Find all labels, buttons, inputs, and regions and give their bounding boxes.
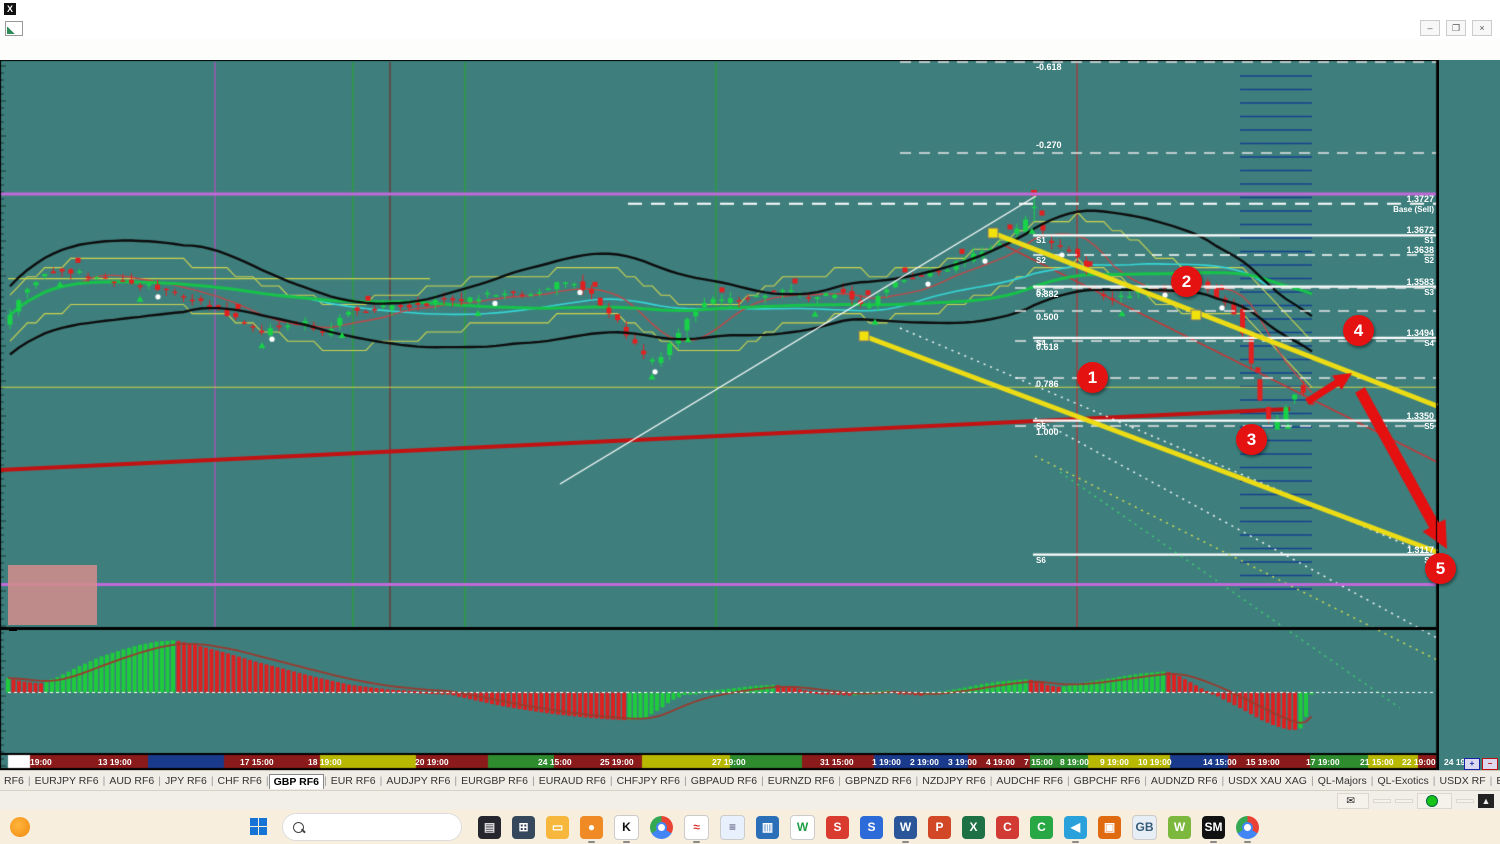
file-explorer-icon[interactable]: ▭ xyxy=(546,815,569,839)
symbol-tab-aud-rf6[interactable]: AUD RF6 xyxy=(105,774,158,788)
status-messages: ✉ xyxy=(1337,793,1369,809)
symbol-tab-bar: RF6 | EURJPY RF6 | AUD RF6 | JPY RF6 | CHF RF6 | G… xyxy=(0,770,1500,791)
status-connection xyxy=(1395,799,1413,803)
app-logo-icon: X xyxy=(4,3,16,15)
symbol-tab-nzdjpy-rf6[interactable]: NZDJPY RF6 xyxy=(918,774,989,788)
search-box[interactable] xyxy=(282,813,462,841)
excel-icon[interactable]: X xyxy=(962,815,985,839)
symbol-tab-usdx-rf[interactable]: USDX RF xyxy=(1436,774,1490,788)
smr-app-icon[interactable]: SM xyxy=(1202,815,1225,843)
telegram-icon[interactable]: ◀ xyxy=(1064,815,1087,843)
symbol-tab-rf6[interactable]: RF6 xyxy=(0,774,28,788)
status-traffic xyxy=(1373,799,1391,803)
symbol-tab-eurgbp-rf6[interactable]: EURGBP RF6 xyxy=(457,774,532,788)
portfolio-app-icon[interactable]: ▤ xyxy=(478,815,501,839)
child-close-button[interactable]: × xyxy=(1472,20,1492,36)
word-icon[interactable]: W xyxy=(894,815,917,843)
chart-region: 1.3727 Base (Sell) 1.3672 S1 S1 1.3638 S2 S2 1.3… xyxy=(0,60,1500,770)
notes-app-icon[interactable]: ≡ xyxy=(720,814,745,840)
child-minimize-button[interactable]: – xyxy=(1420,20,1440,36)
symbol-tab-gbpnzd-rf6[interactable]: GBPNZD RF6 xyxy=(841,774,916,788)
calculator-app-icon[interactable]: ⊞ xyxy=(512,815,535,839)
chrome-icon[interactable] xyxy=(650,815,673,839)
child-restore-button[interactable]: ❐ xyxy=(1446,20,1466,36)
c-red-app-icon[interactable]: C xyxy=(996,815,1019,839)
skype-app-icon[interactable]: S xyxy=(860,815,883,839)
status-bar: ✉ ▲ xyxy=(0,790,1500,811)
symbol-tab-eurnzd-rf6[interactable]: EURNZD RF6 xyxy=(764,774,839,788)
alert-icon: ▲ xyxy=(1478,794,1494,808)
browser2-icon[interactable] xyxy=(1236,815,1259,843)
symbol-tab-euraud-rf6[interactable]: EURAUD RF6 xyxy=(535,774,610,788)
connection-status-icon xyxy=(1426,795,1438,807)
sun-icon xyxy=(10,817,30,837)
contacts-app-icon[interactable]: ● xyxy=(580,815,603,843)
symbol-tab-gbpchf-rf6[interactable]: GBPCHF RF6 xyxy=(1070,774,1145,788)
blue-tile-app-icon[interactable]: ▥ xyxy=(756,815,779,839)
symbol-tab-usdx-xau-xag[interactable]: USDX XAU XAG xyxy=(1224,774,1311,788)
symbol-tab-gbp-rf6[interactable]: GBP RF6 xyxy=(268,773,324,789)
symbol-tab-audnzd-rf6[interactable]: AUDNZD RF6 xyxy=(1147,774,1222,788)
grammar-app-icon[interactable]: W xyxy=(790,814,815,840)
symbol-tab-eurjpy-rf6[interactable]: EURJPY RF6 xyxy=(31,774,103,788)
sumatra-app-icon[interactable]: S xyxy=(826,815,849,839)
trading-app-icon[interactable]: ≈ xyxy=(684,814,709,843)
status-gmt-time xyxy=(1417,793,1452,809)
symbol-tab-gbpaud-rf6[interactable]: GBPAUD RF6 xyxy=(687,774,761,788)
symbol-tab-audchf-rf6[interactable]: AUDCHF RF6 xyxy=(992,774,1067,788)
menu-bar: – ❐ × xyxy=(0,18,1500,39)
windows-taskbar: ▤ ⊞ ▭ ● K ≈ ≡ ▥ W S S W P X C C ◀ ▣ GB W SM xyxy=(0,810,1500,844)
symbol-tab-audjpy-rf6[interactable]: AUDJPY RF6 xyxy=(382,774,454,788)
desktop: X – ❐ × 1.3727 Base (Sell) 1.3672 S1 S1 … xyxy=(0,0,1500,844)
search-icon xyxy=(293,821,304,833)
symbol-tab-bitcoin[interactable]: Bitcoin xyxy=(1492,774,1500,788)
k-app-icon[interactable]: K xyxy=(614,814,639,843)
symbol-tab-chf-rf6[interactable]: CHF RF6 xyxy=(214,774,266,788)
powerpoint-icon[interactable]: P xyxy=(928,815,951,839)
symbol-tab-ql-majors[interactable]: QL-Majors xyxy=(1314,774,1371,788)
chart-canvas[interactable] xyxy=(0,60,1500,770)
status-ready xyxy=(6,800,22,802)
title-bar: X xyxy=(0,0,1500,19)
gb-calc-app-icon[interactable]: GB xyxy=(1132,814,1157,840)
status-local-time xyxy=(1456,799,1474,803)
w-green-app-icon[interactable]: W xyxy=(1168,815,1191,839)
symbol-tab-eur-rf6[interactable]: EUR RF6 xyxy=(327,774,380,788)
symbol-tab-ql-exotics[interactable]: QL-Exotics xyxy=(1373,774,1432,788)
start-button[interactable] xyxy=(250,818,268,836)
c-green-app-icon[interactable]: C xyxy=(1030,815,1053,839)
orange-box-app-icon[interactable]: ▣ xyxy=(1098,815,1121,839)
toolbar xyxy=(0,38,1500,61)
symbol-tab-chfjpy-rf6[interactable]: CHFJPY RF6 xyxy=(613,774,684,788)
weather-widget[interactable] xyxy=(10,817,130,837)
chart-mini-icon xyxy=(5,20,23,36)
symbol-tab-jpy-rf6[interactable]: JPY RF6 xyxy=(161,774,211,788)
mail-icon: ✉ xyxy=(1346,795,1355,807)
